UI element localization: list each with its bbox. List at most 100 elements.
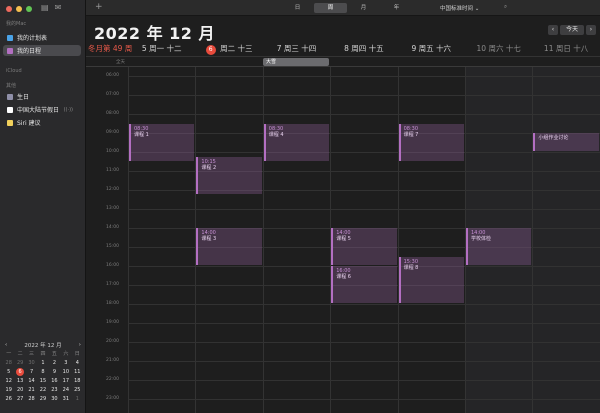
calendar-item-holidays[interactable]: 中国大陆节假日 ((·)) bbox=[3, 104, 81, 115]
day-header[interactable]: 11 周日 十八 bbox=[532, 43, 599, 53]
mini-day[interactable]: 1 bbox=[37, 359, 48, 367]
mini-calendar-title: 2022 年 12 月 bbox=[24, 343, 62, 349]
checkbox-icon[interactable] bbox=[7, 119, 13, 126]
mini-day[interactable]: 14 bbox=[26, 377, 37, 385]
mini-day[interactable]: 7 bbox=[26, 368, 37, 376]
checkbox-icon[interactable] bbox=[7, 93, 13, 100]
calendar-item-planner[interactable]: 我的计划表 bbox=[3, 32, 81, 43]
page-title: 2022 年 12 月 bbox=[94, 24, 216, 43]
day-header[interactable]: 10 周六 十七 bbox=[465, 43, 532, 53]
view-day-button[interactable]: 日 bbox=[281, 3, 314, 13]
day-header[interactable]: 7 周三 十四 bbox=[263, 43, 330, 53]
hour-label: 19:00 bbox=[106, 320, 119, 325]
chevron-down-icon: ⌄ bbox=[474, 6, 480, 12]
week-grid[interactable]: 06:00 07:00 08:00 09:00 10:00 11:00 12:00 13:00… bbox=[86, 67, 600, 413]
day-header[interactable]: 8 周四 十五 bbox=[330, 43, 397, 53]
mini-day[interactable]: 16 bbox=[49, 377, 60, 385]
mini-weekday: 五 bbox=[51, 351, 57, 357]
mini-day[interactable]: 20 bbox=[14, 386, 25, 394]
calendar-event[interactable]: 16:00 课程 6 bbox=[331, 266, 397, 303]
section-my-mac: 我的Mac bbox=[6, 21, 27, 27]
calendar-event[interactable]: 14:00 学校体检 bbox=[466, 228, 532, 265]
mini-day[interactable]: 29 bbox=[14, 359, 25, 367]
calendar-event[interactable]: 14:00 课程 5 bbox=[331, 228, 397, 265]
minimize-window-button[interactable] bbox=[16, 6, 22, 12]
calendar-event[interactable]: 10:15 课程 2 bbox=[196, 156, 262, 194]
inbox-icon[interactable]: ✉ bbox=[55, 3, 62, 12]
checkbox-icon[interactable] bbox=[7, 47, 13, 54]
mini-day[interactable]: 4 bbox=[72, 359, 83, 367]
calendar-item-birthdays[interactable]: 生日 bbox=[3, 91, 81, 102]
lunar-date-label: 十三 bbox=[237, 44, 253, 53]
mini-day[interactable]: 5 bbox=[3, 368, 14, 376]
mini-day[interactable]: 27 bbox=[14, 395, 25, 403]
lunar-date-label: 十八 bbox=[573, 44, 589, 53]
mini-day[interactable]: 17 bbox=[60, 377, 71, 385]
section-icloud: iCloud bbox=[6, 68, 22, 74]
mini-next-button[interactable]: › bbox=[79, 342, 81, 348]
week-number-label: 冬月第 49 周 bbox=[88, 43, 132, 53]
checkbox-icon[interactable] bbox=[7, 106, 13, 113]
mini-day[interactable]: 19 bbox=[3, 386, 14, 394]
mini-day[interactable]: 15 bbox=[37, 377, 48, 385]
calendar-item-siri[interactable]: Siri 建议 bbox=[3, 117, 81, 128]
calendar-event[interactable]: 小组作业讨论 bbox=[533, 133, 599, 151]
zoom-window-button[interactable] bbox=[26, 6, 32, 12]
mini-day[interactable]: 12 bbox=[3, 377, 14, 385]
prev-week-button[interactable]: ‹ bbox=[548, 25, 558, 35]
mini-day[interactable]: 22 bbox=[37, 386, 48, 394]
checkbox-icon[interactable] bbox=[7, 34, 13, 41]
mini-day[interactable]: 24 bbox=[60, 386, 71, 394]
mini-prev-button[interactable]: ‹ bbox=[5, 342, 7, 348]
all-day-event[interactable]: 大雪 bbox=[263, 58, 329, 66]
calendar-event[interactable]: 14:00 课程 3 bbox=[196, 228, 262, 265]
calendar-event[interactable]: 08:30 课程 7 bbox=[398, 123, 464, 161]
calendar-item-label: 中国大陆节假日 bbox=[17, 107, 60, 114]
mini-day[interactable]: 28 bbox=[3, 359, 14, 367]
mini-day[interactable]: 30 bbox=[49, 395, 60, 403]
hour-label: 20:00 bbox=[106, 339, 119, 344]
weekday-label: 周二 bbox=[217, 44, 238, 53]
calendar-event[interactable]: 15:30 课程 8 bbox=[398, 256, 464, 303]
lunar-date-label: 十五 bbox=[368, 44, 384, 53]
lunar-date-label: 十六 bbox=[436, 44, 452, 53]
mini-weekday: 四 bbox=[40, 351, 46, 357]
next-week-button[interactable]: › bbox=[586, 25, 596, 35]
mini-day[interactable]: 31 bbox=[60, 395, 71, 403]
add-event-button[interactable]: + bbox=[95, 2, 103, 12]
mini-day[interactable]: 6 bbox=[16, 368, 25, 376]
search-icon[interactable]: ⌕ bbox=[504, 4, 507, 11]
mini-day[interactable]: 18 bbox=[72, 377, 83, 385]
mini-day[interactable]: 11 bbox=[72, 368, 83, 376]
view-week-button[interactable]: 周 bbox=[314, 3, 347, 13]
day-header[interactable]: 6 周二 十三 bbox=[195, 43, 262, 55]
calendar-event[interactable]: 08:30 课程 1 bbox=[129, 123, 195, 161]
timezone-select[interactable]: 中国标准时间 ⌄ bbox=[440, 4, 479, 12]
mini-day[interactable]: 1 bbox=[72, 395, 83, 403]
calendar-item-schedule[interactable]: 我的日程 bbox=[3, 45, 81, 56]
mini-day[interactable]: 13 bbox=[14, 377, 25, 385]
close-window-button[interactable] bbox=[6, 6, 12, 12]
calendar-event[interactable]: 08:30 课程 4 bbox=[263, 123, 330, 161]
today-button[interactable]: 今天 bbox=[560, 25, 584, 35]
mini-day[interactable]: 30 bbox=[26, 359, 37, 367]
day-header[interactable]: 5 周一 十二 bbox=[128, 43, 195, 53]
day-header[interactable]: 9 周五 十六 bbox=[398, 43, 465, 53]
mini-day[interactable]: 9 bbox=[49, 368, 60, 376]
mini-day[interactable]: 25 bbox=[72, 386, 83, 394]
mini-day[interactable]: 26 bbox=[3, 395, 14, 403]
mini-day[interactable]: 23 bbox=[49, 386, 60, 394]
mini-day[interactable]: 3 bbox=[60, 359, 71, 367]
mini-day[interactable]: 10 bbox=[60, 368, 71, 376]
view-month-button[interactable]: 月 bbox=[347, 3, 380, 13]
mini-day[interactable]: 2 bbox=[49, 359, 60, 367]
mini-day[interactable]: 29 bbox=[37, 395, 48, 403]
mini-day[interactable]: 28 bbox=[26, 395, 37, 403]
view-year-button[interactable]: 年 bbox=[380, 3, 413, 13]
all-day-event-title: 大雪 bbox=[266, 59, 277, 65]
calendars-icon[interactable]: ▤ bbox=[41, 3, 49, 12]
event-title: 课程 8 bbox=[403, 264, 419, 271]
mini-day[interactable]: 21 bbox=[26, 386, 37, 394]
mini-weekday: 二 bbox=[17, 351, 23, 357]
mini-day[interactable]: 8 bbox=[37, 368, 48, 376]
